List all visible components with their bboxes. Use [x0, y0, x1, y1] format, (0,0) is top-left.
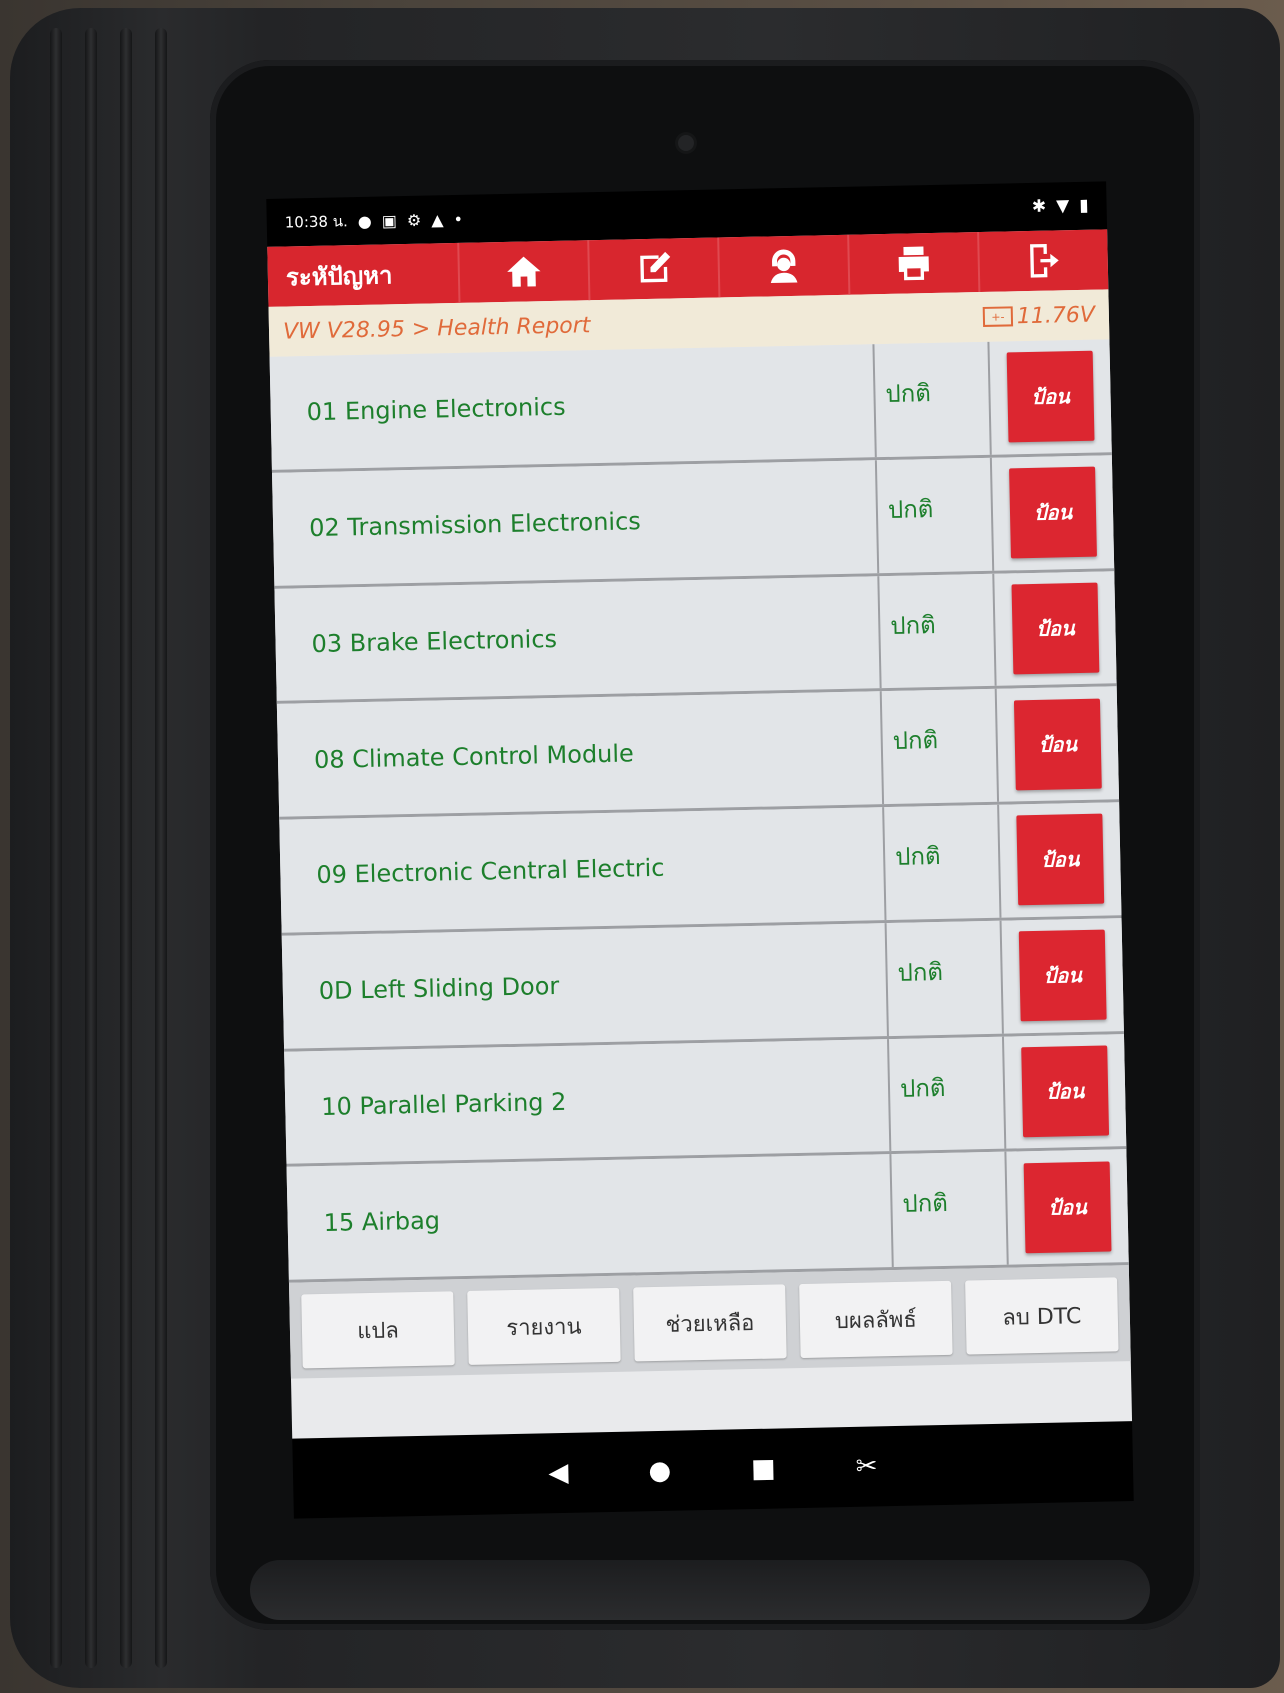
module-status: ปกติ — [886, 920, 1004, 1036]
module-name: 02 Transmission Electronics — [272, 459, 880, 586]
module-name: 10 Parallel Parking 2 — [284, 1038, 892, 1164]
action-bar: แปล รายงาน ช่วยเหลือ บผลลัพธ์ ลบ DTC — [288, 1265, 1131, 1379]
circle-icon: ● — [357, 211, 372, 231]
breadcrumb: VW V28.95 > Health Report — [282, 312, 591, 345]
battery-icon: ▮ — [1079, 195, 1089, 216]
table-row: 15 Airbag ปกติ ป้อน — [286, 1149, 1129, 1283]
page-title: ระหัปัญหา — [285, 260, 393, 292]
home-icon — [507, 256, 541, 287]
exit-button[interactable] — [977, 229, 1109, 293]
enter-button[interactable]: ป้อน — [1011, 582, 1100, 675]
table-row: 10 Parallel Parking 2 ปกติ ป้อน — [284, 1033, 1127, 1167]
grip-ridge — [85, 28, 97, 1668]
table-row: 08 Climate Control Module ปกติ ป้อน — [276, 686, 1120, 820]
module-name: 09 Electronic Central Electric — [279, 807, 887, 933]
print-icon — [898, 246, 929, 281]
battery-voltage: +- 11.76V — [982, 302, 1096, 329]
module-name: 08 Climate Control Module — [276, 691, 885, 817]
grip-ridge — [155, 28, 167, 1668]
voltage-value: 11.76V — [1016, 302, 1096, 329]
table-row: 09 Electronic Central Electric ปกติ ป้อน — [279, 802, 1122, 936]
module-status: ปกติ — [881, 689, 1000, 805]
car-battery-icon: +- — [982, 306, 1014, 327]
enter-button[interactable]: ป้อน — [1023, 1161, 1112, 1253]
module-status: ปกติ — [888, 1036, 1007, 1152]
wifi-icon: ▼ — [1055, 196, 1070, 217]
table-row: 0D Left Sliding Door ปกติ ป้อน — [281, 917, 1124, 1052]
bluetooth-icon: ✱ — [1031, 196, 1047, 217]
grip-ridge — [50, 28, 62, 1668]
module-status: ปกติ — [876, 457, 995, 573]
bezel-lip — [250, 1560, 1150, 1620]
enter-button[interactable]: ป้อน — [1021, 1045, 1110, 1138]
recents-icon[interactable]: ■ — [751, 1454, 776, 1485]
grip-ridge — [120, 28, 132, 1668]
module-name: 03 Brake Electronics — [274, 575, 882, 702]
module-status: ปกติ — [874, 341, 992, 457]
translate-button[interactable]: แปล — [301, 1291, 455, 1369]
front-camera — [678, 135, 694, 151]
edit-button[interactable] — [587, 237, 719, 301]
module-table: 01 Engine Electronics ปกติ ป้อน 02 Trans… — [269, 339, 1129, 1283]
table-row: 01 Engine Electronics ปกติ ป้อน — [269, 339, 1112, 473]
back-icon[interactable]: ◀ — [548, 1458, 569, 1488]
home-circle-icon[interactable]: ● — [648, 1456, 671, 1486]
module-name: 0D Left Sliding Door — [281, 922, 889, 1049]
enter-button[interactable]: ป้อน — [1009, 466, 1097, 559]
enter-button[interactable]: ป้อน — [1016, 813, 1105, 906]
clear-dtc-button[interactable]: ลบ DTC — [965, 1277, 1119, 1355]
results-button[interactable]: บผลลัพธ์ — [799, 1280, 953, 1359]
print-button[interactable] — [847, 232, 979, 295]
module-name: 15 Airbag — [286, 1154, 894, 1280]
module-name: 01 Engine Electronics — [269, 344, 877, 470]
exit-icon — [1030, 243, 1059, 278]
status-time: 10:38 น. — [284, 212, 348, 232]
enter-button[interactable]: ป้อน — [1006, 351, 1095, 443]
gear-icon: ⚙ — [406, 210, 422, 230]
enter-button[interactable]: ป้อน — [1013, 698, 1102, 790]
module-status: ปกติ — [884, 804, 1002, 920]
tablet-screen: 10:38 น. ● ▣ ⚙ ▲ • ✱ ▼ ▮ ระหัปัญหา VW V2… — [266, 181, 1134, 1519]
enter-button[interactable]: ป้อน — [1018, 929, 1107, 1022]
module-status: ปกติ — [891, 1151, 1009, 1268]
edit-icon — [640, 251, 671, 283]
support-button[interactable] — [717, 234, 849, 298]
table-row: 02 Transmission Electronics ปกติ ป้อน — [272, 455, 1115, 589]
warning-icon: ▲ — [431, 209, 444, 229]
dot-icon: • — [453, 209, 464, 229]
app-window: ระหัปัญหา VW V28.95 > Health Report +- 1… — [267, 229, 1133, 1439]
home-button[interactable] — [457, 240, 589, 303]
help-button[interactable]: ช่วยเหลือ — [633, 1284, 787, 1362]
support-icon — [770, 249, 798, 284]
module-status: ปกติ — [879, 573, 997, 689]
screenshot-icon[interactable]: ✂ — [855, 1451, 877, 1481]
report-button[interactable]: รายงาน — [467, 1287, 621, 1365]
calendar-icon: ▣ — [381, 210, 398, 231]
table-row: 03 Brake Electronics ปกติ ป้อน — [274, 570, 1117, 705]
